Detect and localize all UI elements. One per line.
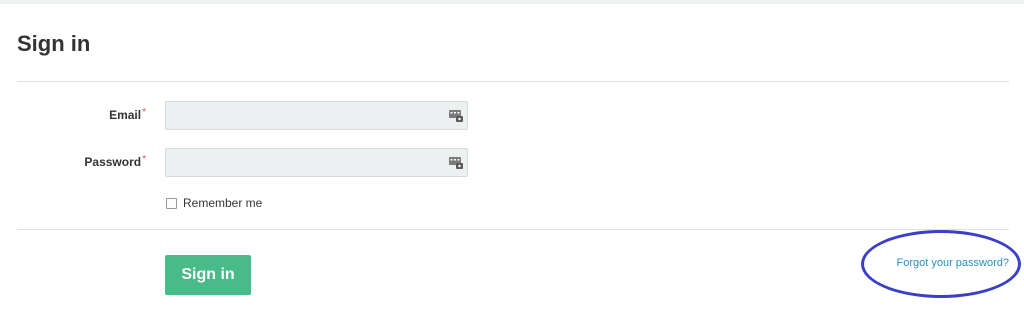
password-label-text: Password <box>84 155 142 169</box>
header-divider <box>17 81 1009 82</box>
remember-me-row[interactable]: Remember me <box>166 196 262 210</box>
email-required-mark: * <box>142 107 146 118</box>
password-manager-icon[interactable] <box>449 110 463 122</box>
email-label: Email* <box>109 107 146 124</box>
password-label: Password* <box>84 154 146 171</box>
password-field[interactable] <box>165 148 468 177</box>
sign-in-button[interactable]: Sign in <box>165 255 251 295</box>
remember-me-label: Remember me <box>183 196 263 210</box>
password-required-mark: * <box>142 154 146 165</box>
highlight-circle <box>861 230 1021 298</box>
email-field[interactable] <box>165 101 468 130</box>
remember-me-checkbox[interactable] <box>166 197 177 209</box>
email-label-text: Email <box>109 108 142 122</box>
page-title: Sign in <box>17 31 91 56</box>
form-divider <box>17 229 1009 230</box>
password-manager-icon[interactable] <box>449 157 463 169</box>
